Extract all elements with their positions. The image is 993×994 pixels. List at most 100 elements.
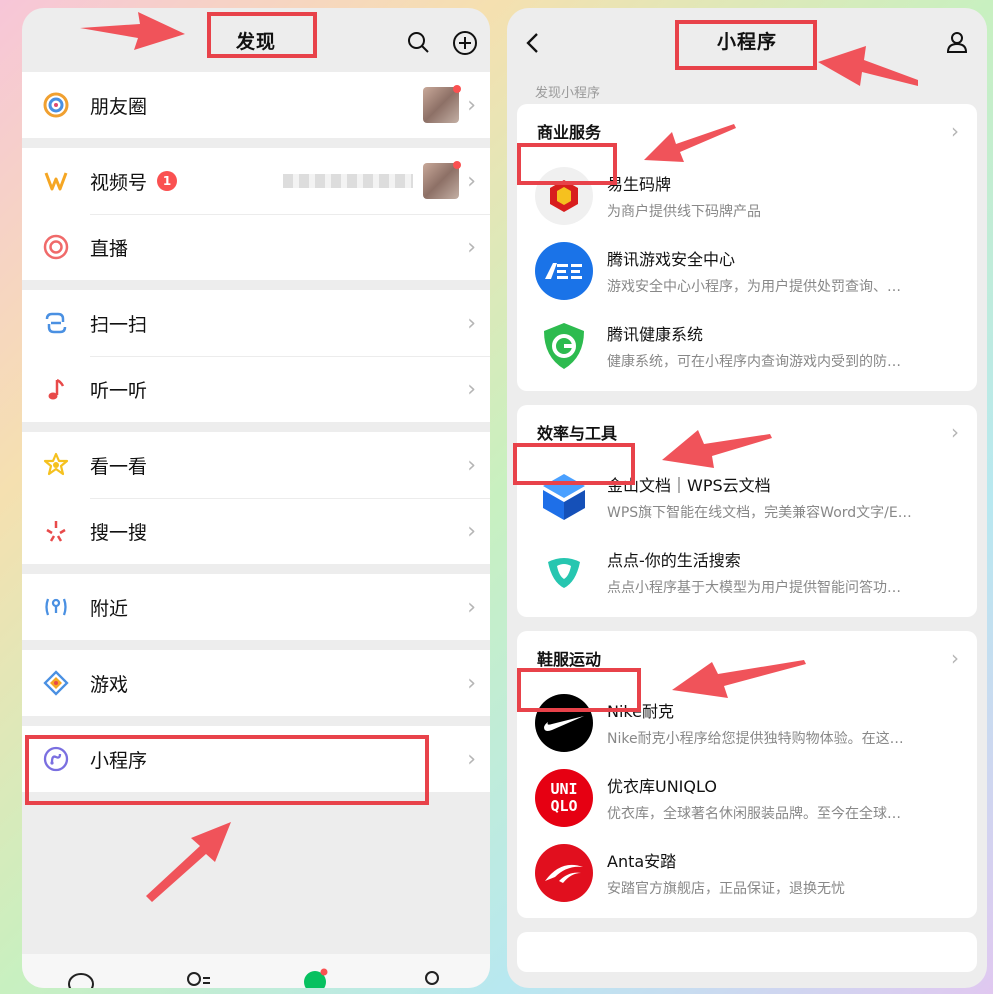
menu-item-label: 直播 (90, 237, 129, 260)
discover-header: 发现 (22, 8, 490, 72)
chevron-right-icon: › (467, 234, 476, 260)
menu-item-label: 附近 (90, 597, 129, 620)
chevron-right-icon: › (467, 452, 476, 478)
page-title: 发现 (235, 30, 276, 53)
category-header[interactable]: 效率与工具 › (517, 405, 977, 459)
tab-contacts-icon[interactable] (183, 966, 213, 988)
mini-program-item[interactable]: UNI QLO 优衣库UNIQLO 优衣库，全球著名休闲服装品牌。至今在全球… (517, 760, 977, 835)
notification-badge: 1 (157, 171, 178, 191)
category-card: 商业服务 › 易生码牌 为商户提供线下码牌产品 腾讯游戏安全中心 游戏安全中心小… (517, 104, 977, 391)
app-logo-icon (535, 467, 593, 526)
app-name: 优衣库UNIQLO (607, 776, 717, 796)
app-logo-icon (535, 843, 593, 902)
category-title: 商业服务 (537, 123, 602, 142)
menu-item-label: 小程序 (90, 749, 148, 772)
app-name: 金山文档｜WPS云文档 (607, 475, 771, 495)
menu-item-label: 看一看 (90, 455, 148, 478)
nearby-icon (42, 593, 70, 621)
menu-item-label: 听一听 (90, 379, 148, 402)
mini-program-item[interactable]: 腾讯健康系统 健康系统，可在小程序内查询游戏内受到的防… (517, 308, 977, 383)
discover-screen: 发现 朋友圈 › 视频号 1 › 直播 › 扫一扫 › 听一听 › 看一看 › … (22, 8, 490, 988)
mini-program-item[interactable]: Nike耐克 Nike耐克小程序给您提供独特购物体验。在这… (517, 685, 977, 760)
channels-icon (42, 167, 70, 195)
mini-programs-screen: 小程序 发现小程序 商业服务 › 易生码牌 为商户提供线下码牌产品 腾讯游戏安全… (507, 8, 987, 988)
category-card: 鞋服运动 › Nike耐克 Nike耐克小程序给您提供独特购物体验。在这… UN… (517, 631, 977, 918)
blurred-preview-text (283, 174, 414, 188)
app-name: 腾讯游戏安全中心 (607, 249, 736, 269)
menu-item-moments[interactable]: 朋友圈 › (22, 72, 490, 138)
search-icon[interactable] (406, 30, 430, 61)
page-title: 小程序 (716, 30, 777, 53)
mini-program-item[interactable]: 易生码牌 为商户提供线下码牌产品 (517, 158, 977, 233)
chevron-right-icon: › (951, 646, 959, 670)
channels-thumbnail (423, 161, 462, 199)
app-description: Nike耐克小程序给您提供独特购物体验。在这… (607, 730, 904, 747)
add-icon[interactable] (452, 30, 478, 61)
bottom-tab-bar (22, 954, 490, 988)
app-description: WPS旗下智能在线文档，完美兼容Word文字/E… (607, 504, 912, 521)
menu-item-mini-programs[interactable]: 小程序 › (22, 726, 490, 792)
chevron-right-icon: › (467, 594, 476, 620)
app-logo-icon (535, 316, 593, 375)
chevron-right-icon: › (951, 420, 959, 444)
mini-program-item[interactable]: 金山文档｜WPS云文档 WPS旗下智能在线文档，完美兼容Word文字/E… (517, 459, 977, 534)
mini-program-item[interactable]: Anta安踏 安踏官方旗舰店，正品保证，退换无忧 (517, 835, 977, 910)
moments-thumbnail (423, 85, 462, 123)
menu-item-label: 扫一扫 (90, 313, 148, 336)
menu-item-live[interactable]: 直播 › (22, 214, 490, 280)
menu-item-label: 视频号 (90, 171, 148, 194)
logo-text: UNI (550, 779, 578, 798)
menu-item-search[interactable]: 搜一搜 › (22, 498, 490, 564)
profile-icon[interactable] (945, 30, 969, 59)
chevron-right-icon: › (467, 168, 476, 194)
app-name: Anta安踏 (607, 851, 677, 871)
app-description: 安踏官方旗舰店，正品保证，退换无忧 (607, 880, 845, 897)
menu-item-scan[interactable]: 扫一扫 › (22, 290, 490, 356)
tab-me-icon[interactable] (417, 966, 447, 988)
listen-icon (42, 375, 70, 403)
app-name: Nike耐克 (607, 701, 674, 721)
chevron-right-icon: › (951, 119, 959, 143)
menu-item-games[interactable]: 游戏 › (22, 650, 490, 716)
app-logo-icon (535, 241, 593, 300)
menu-item-channels[interactable]: 视频号 1 › (22, 148, 490, 214)
app-description: 点点小程序基于大模型为用户提供智能问答功… (607, 579, 901, 596)
scan-icon (42, 309, 70, 337)
mini-program-item[interactable]: 点点-你的生活搜索 点点小程序基于大模型为用户提供智能问答功… (517, 534, 977, 609)
menu-item-listen[interactable]: 听一听 › (22, 356, 490, 422)
section-caption: 发现小程序 (535, 86, 601, 101)
mini-program-item[interactable]: 腾讯游戏安全中心 游戏安全中心小程序，为用户提供处罚查询、… (517, 233, 977, 308)
category-title: 鞋服运动 (537, 650, 602, 669)
chevron-right-icon: › (467, 670, 476, 696)
category-card-partial (517, 932, 977, 972)
category-header[interactable]: 鞋服运动 › (517, 631, 977, 685)
chevron-right-icon: › (467, 92, 476, 118)
search-sparkle-icon (42, 517, 70, 545)
menu-item-label: 朋友圈 (90, 95, 148, 118)
tab-discover-icon[interactable] (300, 966, 330, 988)
app-logo-icon: UNI QLO (535, 768, 593, 827)
moments-icon (42, 91, 70, 119)
tab-chats-icon[interactable] (66, 966, 96, 988)
top-stories-icon (42, 451, 70, 479)
app-name: 易生码牌 (607, 174, 672, 194)
chevron-right-icon: › (467, 376, 476, 402)
mini-programs-header: 小程序 (507, 8, 987, 72)
app-description: 为商户提供线下码牌产品 (607, 203, 761, 220)
back-icon[interactable] (525, 32, 539, 59)
category-header[interactable]: 商业服务 › (517, 104, 977, 158)
mini-program-icon (42, 745, 70, 773)
menu-item-nearby[interactable]: 附近 › (22, 574, 490, 640)
app-logo-icon (535, 693, 593, 752)
menu-item-label: 游戏 (90, 673, 129, 696)
logo-text: QLO (550, 796, 578, 815)
menu-item-top-stories[interactable]: 看一看 › (22, 432, 490, 498)
app-description: 游戏安全中心小程序，为用户提供处罚查询、… (607, 278, 901, 295)
menu-item-label: 搜一搜 (90, 521, 148, 544)
chevron-right-icon: › (467, 518, 476, 544)
app-name: 腾讯健康系统 (607, 324, 704, 344)
app-name: 点点-你的生活搜索 (607, 550, 741, 570)
chevron-right-icon: › (467, 310, 476, 336)
games-icon (42, 669, 70, 697)
app-description: 健康系统，可在小程序内查询游戏内受到的防… (607, 353, 901, 370)
